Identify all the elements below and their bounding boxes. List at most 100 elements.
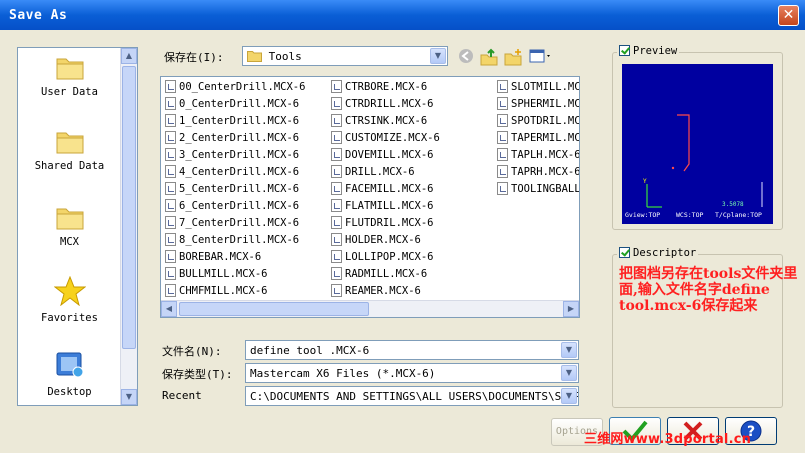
star-icon (53, 276, 86, 306)
preview-checkbox[interactable] (619, 45, 630, 56)
scroll-right-button[interactable]: ▶ (563, 301, 579, 317)
file-icon (165, 284, 176, 297)
scroll-down-button[interactable]: ▼ (121, 389, 137, 405)
chevron-down-icon[interactable]: ▼ (561, 342, 577, 358)
file-icon (331, 199, 342, 212)
list-item[interactable]: TAPLH.MCX-6 (497, 147, 579, 164)
filetype-dropdown[interactable]: Mastercam X6 Files (*.MCX-6) ▼ (245, 363, 579, 383)
back-button[interactable] (456, 48, 476, 68)
places-scrollbar[interactable]: ▲ ▼ (120, 48, 137, 405)
file-icon (497, 148, 508, 161)
folder-icon (247, 51, 262, 62)
descriptor-toggle[interactable]: Descriptor (617, 247, 699, 259)
list-item[interactable]: REAMER.MCX-6 (331, 283, 440, 300)
descriptor-checkbox[interactable] (619, 247, 630, 258)
list-item[interactable]: CTRSINK.MCX-6 (331, 113, 440, 130)
list-item[interactable]: 1_CenterDrill.MCX-6 (165, 113, 305, 130)
view-menu-button[interactable] (528, 48, 554, 68)
filename-label: 文件名(N): (162, 345, 222, 358)
file-icon (165, 114, 176, 127)
list-item[interactable]: CTRDRILL.MCX-6 (331, 96, 440, 113)
list-item[interactable]: DOVEMILL.MCX-6 (331, 147, 440, 164)
look-in-dropdown[interactable]: Tools ▼ (242, 46, 448, 66)
file-icon (331, 250, 342, 263)
place-mcx[interactable]: MCX (18, 204, 121, 248)
list-item[interactable]: CHMFMILL.MCX-6 (165, 283, 305, 300)
recent-folder-dropdown[interactable]: C:\DOCUMENTS AND SETTINGS\ALL USERS\DOCU… (245, 386, 579, 406)
place-user-data[interactable]: User Data (18, 54, 121, 98)
scroll-up-button[interactable]: ▲ (121, 48, 137, 64)
list-item[interactable]: 00_CenterDrill.MCX-6 (165, 79, 305, 96)
list-item[interactable]: LOLLIPOP.MCX-6 (331, 249, 440, 266)
list-item[interactable]: 6_CenterDrill.MCX-6 (165, 198, 305, 215)
file-icon (497, 131, 508, 144)
list-item[interactable]: DRILL.MCX-6 (331, 164, 440, 181)
file-icon (165, 80, 176, 93)
close-button[interactable]: ✕ (778, 5, 799, 26)
up-folder-button[interactable] (479, 48, 499, 68)
list-item[interactable]: SPOTDRIL.MCX (497, 113, 579, 130)
view-menu-icon (529, 49, 550, 63)
list-item[interactable]: CTRBORE.MCX-6 (331, 79, 440, 96)
file-icon (331, 165, 342, 178)
list-item[interactable]: 0_CenterDrill.MCX-6 (165, 96, 305, 113)
watermark: 三维网www.3dportal.cn (584, 432, 752, 447)
file-column-1: 00_CenterDrill.MCX-6 0_CenterDrill.MCX-6… (165, 79, 305, 300)
list-item[interactable]: TAPRH.MCX-6 (497, 164, 579, 181)
list-item[interactable]: 2_CenterDrill.MCX-6 (165, 130, 305, 147)
scroll-thumb[interactable] (179, 302, 369, 316)
list-item[interactable]: HOLDER.MCX-6 (331, 232, 440, 249)
place-desktop[interactable]: Desktop (18, 350, 121, 398)
list-item[interactable]: 4_CenterDrill.MCX-6 (165, 164, 305, 181)
list-item[interactable]: 7_CenterDrill.MCX-6 (165, 215, 305, 232)
svg-text:Y: Y (643, 178, 647, 185)
file-icon (165, 165, 176, 178)
chevron-down-icon[interactable]: ▼ (561, 388, 577, 404)
list-item[interactable]: 3_CenterDrill.MCX-6 (165, 147, 305, 164)
list-item[interactable]: FLATMILL.MCX-6 (331, 198, 440, 215)
toolpath-graphic: Y (643, 114, 763, 208)
file-column-3: SLOTMILL.MCX SPHERMIL.MCX SPOTDRIL.MCX T… (497, 79, 579, 198)
up-folder-icon (480, 48, 498, 66)
list-item[interactable]: SLOTMILL.MCX (497, 79, 579, 96)
descriptor-label: Descriptor (633, 247, 697, 259)
list-item[interactable]: BOREBAR.MCX-6 (165, 249, 305, 266)
list-item[interactable]: CUSTOMIZE.MCX-6 (331, 130, 440, 147)
list-item[interactable]: FACEMILL.MCX-6 (331, 181, 440, 198)
list-item[interactable]: BULLMILL.MCX-6 (165, 266, 305, 283)
wcs-text: WCS:TOP (676, 211, 704, 219)
preview-number: 3.5078 (722, 201, 744, 208)
list-item[interactable]: 5_CenterDrill.MCX-6 (165, 181, 305, 198)
file-icon (331, 182, 342, 195)
place-shared-data[interactable]: Shared Data (18, 128, 121, 172)
new-folder-button[interactable] (503, 48, 523, 68)
back-icon (459, 49, 473, 63)
list-item[interactable]: TOOLINGBALL (497, 181, 579, 198)
file-list-hscrollbar[interactable]: ◀ ▶ (161, 300, 579, 317)
scroll-left-button[interactable]: ◀ (161, 301, 177, 317)
chevron-down-icon[interactable]: ▼ (430, 48, 446, 64)
preview-toggle[interactable]: Preview (617, 45, 680, 57)
file-icon (331, 284, 342, 297)
filename-field[interactable]: define tool .MCX-6 ▼ (245, 340, 579, 360)
place-label: Shared Data (34, 160, 105, 172)
file-icon (331, 267, 342, 280)
list-item[interactable]: FLUTDRIL.MCX-6 (331, 215, 440, 232)
file-list[interactable]: 00_CenterDrill.MCX-6 0_CenterDrill.MCX-6… (160, 76, 580, 318)
folder-icon (56, 132, 83, 154)
file-icon (165, 131, 176, 144)
list-item[interactable]: RADMILL.MCX-6 (331, 266, 440, 283)
file-icon (331, 97, 342, 110)
chevron-down-icon[interactable]: ▼ (561, 365, 577, 381)
list-item[interactable]: SPHERMIL.MCX (497, 96, 579, 113)
scroll-thumb[interactable] (122, 66, 136, 349)
list-item[interactable]: 8_CenterDrill.MCX-6 (165, 232, 305, 249)
list-item[interactable]: TAPERMIL.MCX (497, 130, 579, 147)
file-icon (497, 182, 508, 195)
folder-icon (56, 58, 83, 80)
title-bar[interactable]: Save As ✕ (0, 0, 805, 30)
file-icon (165, 148, 176, 161)
file-icon (165, 267, 176, 280)
preview-label: Preview (633, 45, 678, 57)
place-favorites[interactable]: Favorites (18, 276, 121, 324)
